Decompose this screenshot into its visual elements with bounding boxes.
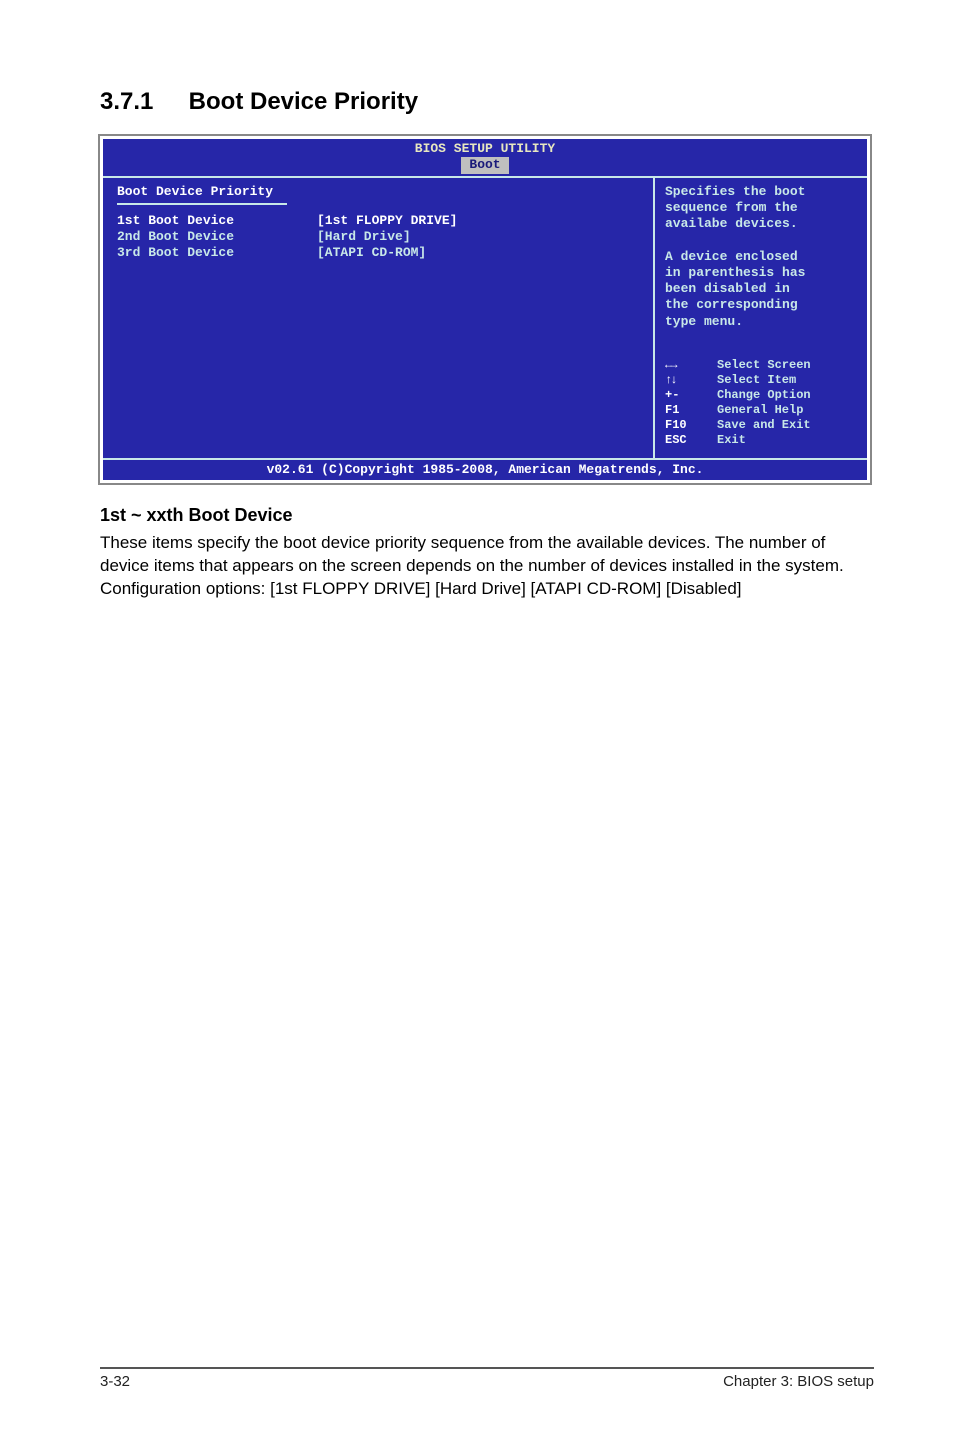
body-paragraph: These items specify the boot device prio… bbox=[100, 532, 874, 578]
boot-device-3[interactable]: 3rd Boot Device [ATAPI CD-ROM] bbox=[117, 245, 643, 261]
key-name: +- bbox=[665, 388, 717, 403]
key-select-screen: ←→ Select Screen bbox=[665, 358, 859, 373]
key-general-help: F1 General Help bbox=[665, 403, 859, 418]
section-heading: 3.7.1 Boot Device Priority bbox=[100, 88, 874, 116]
boot-device-label: 2nd Boot Device bbox=[117, 229, 317, 245]
page-footer: 3-32 Chapter 3: BIOS setup bbox=[100, 1367, 874, 1390]
chapter-label: Chapter 3: BIOS setup bbox=[723, 1373, 874, 1390]
bios-panel-title: Boot Device Priority bbox=[117, 184, 643, 200]
help-line: sequence from the bbox=[665, 200, 859, 216]
help-line: A device enclosed bbox=[665, 249, 859, 265]
key-label: General Help bbox=[717, 403, 803, 418]
bios-footer: v02.61 (C)Copyright 1985-2008, American … bbox=[103, 460, 867, 480]
boot-device-2[interactable]: 2nd Boot Device [Hard Drive] bbox=[117, 229, 643, 245]
bios-help-text: Specifies the boot sequence from the ava… bbox=[665, 184, 859, 330]
key-name: ESC bbox=[665, 433, 717, 448]
subsection-heading: 1st ~ xxth Boot Device bbox=[100, 505, 874, 526]
page-number: 3-32 bbox=[100, 1373, 130, 1390]
bios-window: BIOS SETUP UTILITY Boot Boot Device Prio… bbox=[100, 136, 870, 483]
key-label: Exit bbox=[717, 433, 746, 448]
help-line bbox=[665, 232, 859, 248]
help-line: Specifies the boot bbox=[665, 184, 859, 200]
bios-title: BIOS SETUP UTILITY bbox=[103, 139, 867, 157]
key-name: F1 bbox=[665, 403, 717, 418]
boot-device-label: 1st Boot Device bbox=[117, 213, 317, 229]
bios-body: Boot Device Priority 1st Boot Device [1s… bbox=[103, 176, 867, 460]
bios-help-panel: Specifies the boot sequence from the ava… bbox=[655, 178, 867, 458]
help-line: the corresponding bbox=[665, 297, 859, 313]
bios-tabbar: Boot bbox=[103, 157, 867, 175]
boot-device-value: [ATAPI CD-ROM] bbox=[317, 245, 426, 261]
help-line: availabe devices. bbox=[665, 216, 859, 232]
key-change-option: +- Change Option bbox=[665, 388, 859, 403]
key-name: F10 bbox=[665, 418, 717, 433]
tab-boot[interactable]: Boot bbox=[461, 157, 508, 173]
key-label: Select Item bbox=[717, 373, 796, 388]
key-select-item: ↑↓ Select Item bbox=[665, 373, 859, 388]
help-line: in parenthesis has bbox=[665, 265, 859, 281]
bios-key-legend: ←→ Select Screen ↑↓ Select Item +- Chang… bbox=[665, 358, 859, 448]
boot-device-value: [1st FLOPPY DRIVE] bbox=[317, 213, 457, 229]
key-label: Save and Exit bbox=[717, 418, 811, 433]
footer-rule bbox=[100, 1367, 874, 1369]
key-exit: ESC Exit bbox=[665, 433, 859, 448]
boot-device-label: 3rd Boot Device bbox=[117, 245, 317, 261]
boot-device-1[interactable]: 1st Boot Device [1st FLOPPY DRIVE] bbox=[117, 213, 643, 229]
section-title: Boot Device Priority bbox=[189, 88, 418, 115]
key-label: Select Screen bbox=[717, 358, 811, 373]
help-line: been disabled in bbox=[665, 281, 859, 297]
arrows-ud-icon: ↑↓ bbox=[665, 373, 717, 388]
bios-left-panel: Boot Device Priority 1st Boot Device [1s… bbox=[103, 178, 655, 458]
section-number: 3.7.1 bbox=[100, 88, 182, 116]
key-label: Change Option bbox=[717, 388, 811, 403]
arrows-lr-icon: ←→ bbox=[665, 358, 717, 373]
help-line: type menu. bbox=[665, 314, 859, 330]
body-paragraph: Configuration options: [1st FLOPPY DRIVE… bbox=[100, 578, 874, 601]
boot-device-value: [Hard Drive] bbox=[317, 229, 411, 245]
divider bbox=[117, 203, 287, 205]
key-save-exit: F10 Save and Exit bbox=[665, 418, 859, 433]
